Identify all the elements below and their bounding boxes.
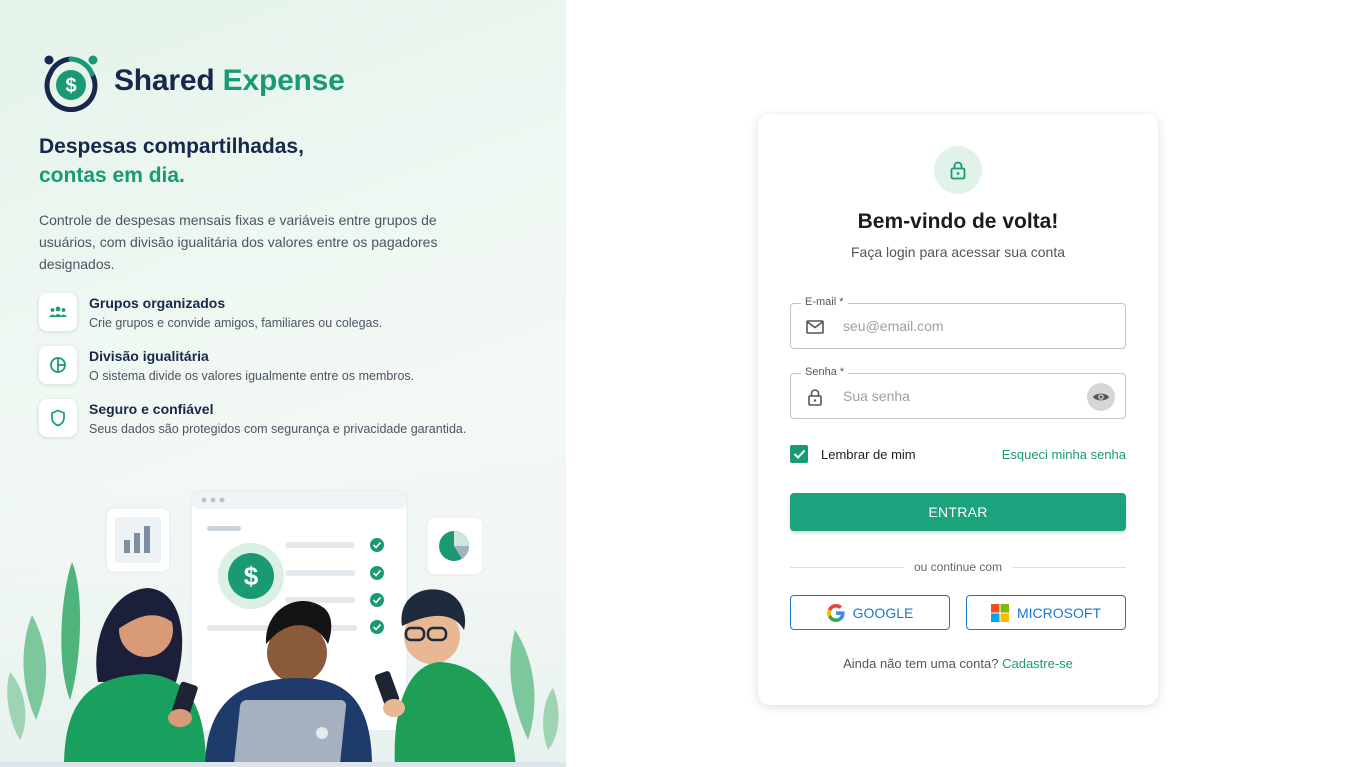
feature-item-groups: Grupos organizados Crie grupos e convide… — [39, 293, 382, 332]
check-icon — [793, 449, 805, 459]
svg-text:$: $ — [65, 75, 76, 97]
password-field[interactable]: Senha * — [790, 366, 1126, 419]
toggle-password-visibility-button[interactable] — [1087, 383, 1115, 411]
brand-logo: $ Shared Expense — [40, 50, 345, 112]
mail-icon — [806, 320, 824, 334]
feature-title: Seguro e confiável — [89, 401, 214, 417]
google-label: GOOGLE — [852, 604, 914, 621]
brand-name: Shared Expense — [114, 64, 345, 98]
hero-panel: $ Shared Expense Despesas compartilhadas… — [0, 0, 566, 767]
feature-icon-box — [39, 399, 77, 437]
microsoft-label: MICROSOFT — [1017, 604, 1101, 621]
signup-prompt: Ainda não tem uma conta? Cadastre-se — [758, 656, 1158, 671]
divider: ou continue com — [790, 560, 1126, 574]
remember-me-label: Lembrar de mim — [821, 446, 916, 462]
microsoft-icon — [991, 603, 1009, 622]
lock-icon — [808, 389, 822, 406]
google-login-button[interactable]: GOOGLE — [790, 595, 950, 630]
feature-icon-box — [39, 293, 77, 331]
google-icon — [826, 603, 845, 622]
hero-description: Controle de despesas mensais fixas e var… — [39, 212, 438, 272]
brand-name-part1: Shared — [114, 64, 215, 97]
email-field[interactable]: E-mail * — [790, 296, 1126, 349]
login-button[interactable]: ENTRAR — [790, 493, 1126, 531]
svg-text:$: $ — [244, 561, 259, 591]
eye-icon — [1093, 393, 1109, 401]
forgot-password-link[interactable]: Esqueci minha senha — [1002, 447, 1126, 462]
feature-subtitle: O sistema divide os valores igualmente e… — [89, 369, 415, 383]
login-subtitle: Faça login para acessar sua conta — [850, 244, 1065, 260]
password-label: Senha * — [801, 366, 849, 378]
pie-split-icon — [50, 357, 66, 373]
signup-link[interactable]: Cadastre-se — [1002, 656, 1073, 671]
signup-prompt-text: Ainda não tem uma conta? — [843, 656, 999, 671]
divider-label: ou continue com — [913, 560, 1003, 574]
feature-subtitle: Seus dados são protegidos com segurança … — [89, 422, 467, 436]
shield-icon — [51, 409, 65, 427]
feature-title: Divisão igualitária — [89, 348, 209, 364]
headline-line1: Despesas compartilhadas, — [39, 135, 304, 158]
headline-line2: contas em dia. — [39, 164, 185, 187]
feature-subtitle: Crie grupos e convide amigos, familiares… — [89, 316, 383, 330]
feature-icon-box — [39, 346, 77, 384]
feature-title: Grupos organizados — [89, 295, 226, 311]
lock-icon — [950, 161, 966, 180]
feature-item-split: Divisão igualitária O sistema divide os … — [39, 346, 414, 385]
feature-item-security: Seguro e confiável Seus dados são proteg… — [39, 399, 466, 438]
friends-illustration: $ — [0, 440, 566, 767]
group-icon — [49, 306, 67, 317]
remember-me-checkbox[interactable]: Lembrar de mim — [790, 445, 916, 463]
email-input[interactable] — [843, 314, 1073, 338]
checkbox-checked[interactable] — [790, 445, 808, 463]
login-title: Bem-vindo de volta! — [857, 210, 1059, 233]
login-card: Bem-vindo de volta! Faça login para aces… — [758, 114, 1158, 705]
email-label: E-mail * — [801, 296, 848, 308]
lock-badge — [934, 146, 982, 194]
password-input[interactable] — [843, 384, 1073, 408]
dollar-logo-icon: $ — [44, 55, 98, 112]
hero-headline: Despesas compartilhadas, contas em dia. — [39, 132, 304, 190]
microsoft-login-button[interactable]: MICROSOFT — [966, 595, 1126, 630]
brand-name-part2: Expense — [222, 64, 345, 97]
